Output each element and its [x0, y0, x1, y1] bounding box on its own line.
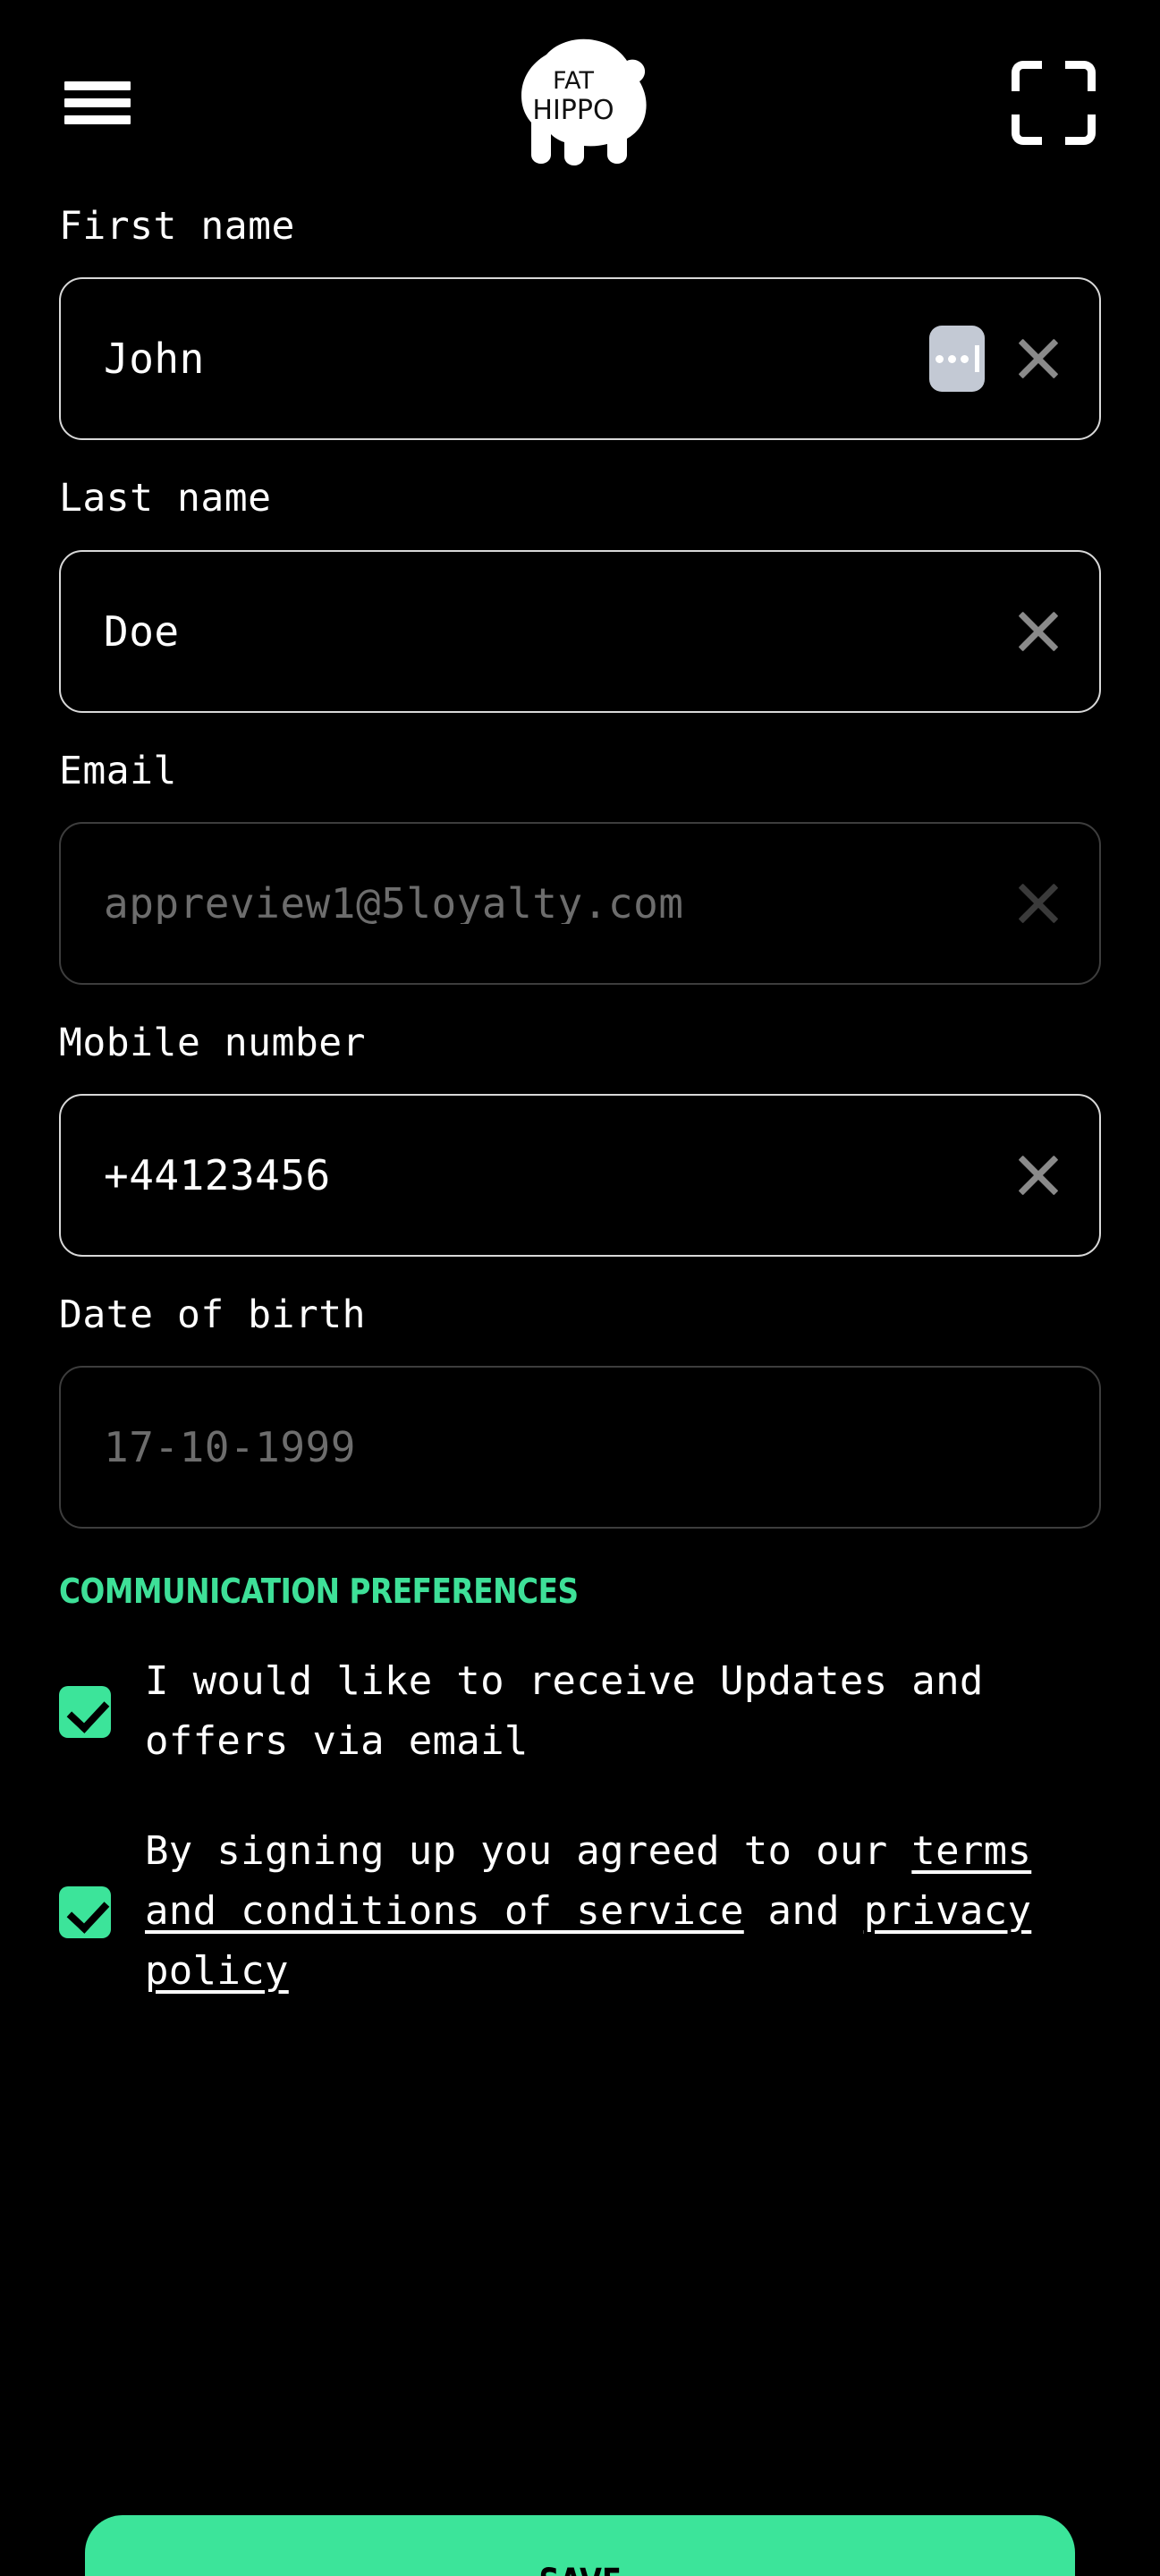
first-name-input[interactable]: John — [59, 277, 1101, 441]
mobile-number-input[interactable]: +44123456 — [59, 1094, 1101, 1258]
hamburger-bar — [64, 81, 131, 90]
scan-corner-bottom-left — [1012, 114, 1042, 145]
first-name-value: John — [104, 338, 205, 380]
last-name-input[interactable]: Doe — [59, 549, 1101, 713]
clear-mobile-number-icon[interactable] — [1013, 1150, 1063, 1200]
clear-last-name-icon[interactable] — [1013, 606, 1063, 657]
email-label: Email — [59, 748, 177, 793]
mobile-number-label: Mobile number — [59, 1020, 367, 1065]
field-mobile-number: Mobile number +44123456 — [59, 1020, 1101, 1258]
terms-text-before: By signing up you agreed to our — [145, 1828, 912, 1875]
autofill-dot — [947, 354, 956, 363]
last-name-value: Doe — [104, 610, 180, 652]
mobile-number-value: +44123456 — [104, 1155, 331, 1197]
marketing-opt-in-checkbox[interactable] — [59, 1686, 111, 1739]
profile-form: First name John Last name Doe Email appr… — [0, 204, 1160, 1530]
save-button-label: SAVE — [538, 2562, 621, 2576]
terms-opt-in-row[interactable]: By signing up you agreed to our terms an… — [59, 1822, 1101, 2002]
svg-text:HIPPO: HIPPO — [532, 95, 614, 126]
terms-text-middle: and — [743, 1888, 864, 1935]
communication-preferences-section: COMMUNICATION PREFERENCES I would like t… — [0, 1572, 1160, 2001]
qr-scan-icon[interactable] — [1012, 61, 1096, 145]
marketing-opt-in-label: I would like to receive Updates and offe… — [145, 1658, 984, 1765]
field-first-name: First name John — [59, 204, 1101, 441]
preferences-heading: COMMUNICATION PREFERENCES — [59, 1572, 579, 1612]
hamburger-bar — [64, 115, 131, 124]
field-email: Email appreview1@5loyalty.com — [59, 750, 1101, 985]
hamburger-menu-icon[interactable] — [64, 76, 131, 130]
autofill-dot — [935, 354, 944, 363]
clear-email-icon[interactable] — [1013, 878, 1063, 928]
hamburger-bar — [64, 98, 131, 107]
clear-first-name-icon[interactable] — [1013, 334, 1063, 384]
save-button[interactable]: SAVE — [85, 2515, 1075, 2576]
fat-hippo-logo: FAT HIPPO — [491, 22, 670, 183]
terms-opt-in-label: By signing up you agreed to our terms an… — [145, 1822, 1101, 2002]
date-of-birth-label: Date of birth — [59, 1292, 367, 1338]
email-input[interactable]: appreview1@5loyalty.com — [59, 821, 1101, 985]
scan-corner-bottom-right — [1065, 114, 1096, 145]
autofill-dot — [960, 354, 969, 363]
field-last-name: Last name Doe — [59, 476, 1101, 713]
date-of-birth-input[interactable]: 17-10-1999 — [59, 1366, 1101, 1530]
svg-text:FAT: FAT — [553, 67, 594, 95]
field-date-of-birth: Date of birth 17-10-1999 — [59, 1292, 1101, 1530]
autofill-chip-icon[interactable] — [929, 326, 985, 393]
scan-corner-top-right — [1065, 61, 1096, 91]
autofill-cursor — [974, 345, 979, 373]
terms-opt-in-checkbox[interactable] — [59, 1885, 111, 1938]
date-of-birth-placeholder: 17-10-1999 — [104, 1427, 356, 1469]
first-name-label: First name — [59, 204, 295, 249]
marketing-opt-in-row[interactable]: I would like to receive Updates and offe… — [59, 1652, 1101, 1772]
last-name-label: Last name — [59, 476, 272, 521]
scan-corner-top-left — [1012, 61, 1042, 91]
email-placeholder: appreview1@5loyalty.com — [104, 882, 684, 924]
app-header: FAT HIPPO — [0, 0, 1160, 206]
